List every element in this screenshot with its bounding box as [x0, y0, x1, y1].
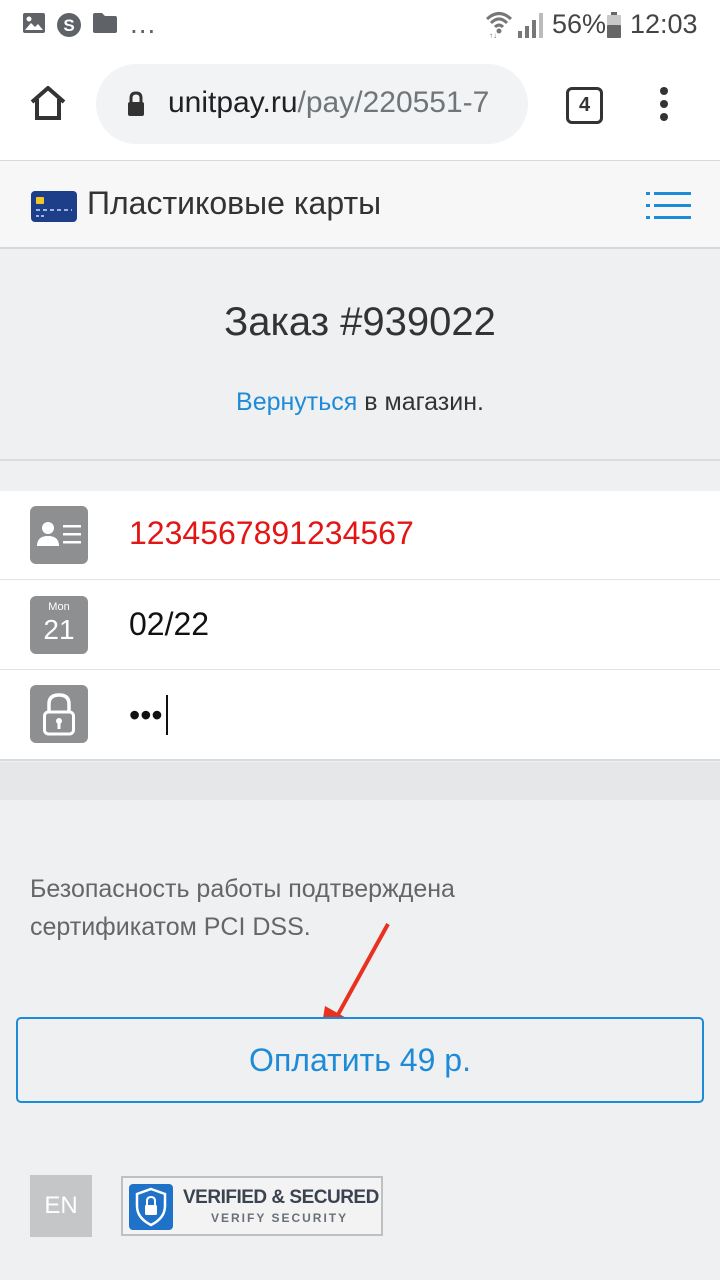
badge-subtitle: VERIFY SECURITY: [211, 1211, 349, 1225]
back-to-store-line: Вернуться в магазин.: [0, 388, 720, 417]
lock-icon: [126, 91, 146, 122]
row-divider: [0, 579, 720, 580]
url-text[interactable]: unitpay.ru/pay/220551-7: [168, 86, 513, 126]
divider: [0, 459, 720, 461]
expiry-date-input[interactable]: 02/22: [129, 606, 209, 643]
cvv-mask: •••: [129, 696, 163, 733]
language-switch-button[interactable]: EN: [30, 1175, 92, 1237]
battery-percent: 56%: [552, 9, 607, 39]
shield-lock-icon: [129, 1184, 173, 1230]
folder-notification-icon: [92, 12, 118, 34]
notification-overflow: ...: [130, 8, 157, 39]
calendar-icon: Mon 21: [30, 596, 88, 654]
page-header-title: Пластиковые карты: [87, 185, 382, 221]
card-holder-icon: [30, 506, 88, 564]
pay-button[interactable]: Оплатить 49 р.: [16, 1017, 704, 1103]
tab-switcher-button[interactable]: 4: [566, 87, 603, 124]
row-divider: [0, 669, 720, 670]
svg-text:S: S: [63, 16, 74, 35]
url-host: unitpay.ru: [168, 86, 298, 119]
text-cursor: [165, 695, 168, 735]
padlock-icon: [30, 685, 88, 743]
back-to-store-link[interactable]: Вернуться: [236, 388, 357, 416]
gallery-notification-icon: [22, 12, 46, 34]
credit-card-icon: [31, 191, 77, 227]
wifi-icon: ↑↓: [486, 10, 512, 38]
badge-title: VERIFIED & SECURED: [183, 1187, 379, 1208]
menu-list-icon[interactable]: [646, 192, 691, 225]
signal-icon: [516, 12, 544, 38]
clock: 12:03: [630, 9, 698, 39]
back-to-store-suffix: в магазин.: [357, 388, 484, 416]
more-menu-icon[interactable]: [658, 86, 670, 127]
cvv-input[interactable]: •••: [129, 695, 168, 735]
home-icon[interactable]: [28, 84, 68, 127]
url-path: /pay/220551-7: [297, 86, 490, 119]
svg-text:↑↓: ↑↓: [489, 31, 497, 38]
card-number-input[interactable]: 1234567891234567: [129, 515, 414, 552]
calendar-icon-month: Mon: [48, 601, 70, 613]
battery-icon: [606, 12, 622, 38]
order-title: Заказ #939022: [224, 300, 496, 344]
calendar-icon-day: 21: [43, 614, 75, 645]
form-footer-band: [0, 762, 720, 800]
verified-secured-badge: VERIFIED & SECURED VERIFY SECURITY: [121, 1176, 383, 1236]
skype-notification-icon: S: [56, 12, 82, 38]
